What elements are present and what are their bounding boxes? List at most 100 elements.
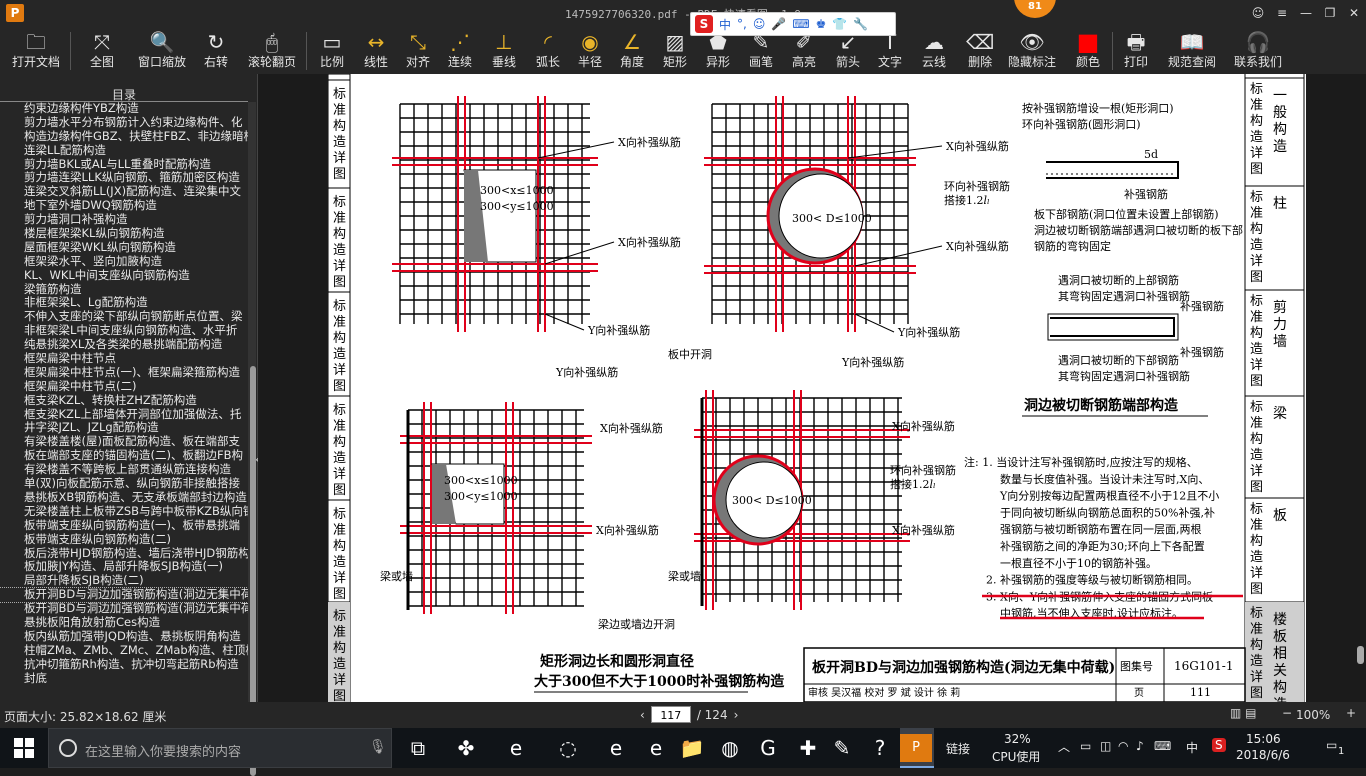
edge-icon-2[interactable]: e — [600, 734, 632, 762]
arc-length-button[interactable]: ◜ 弧长 — [536, 30, 560, 72]
link-label[interactable]: 链接 — [946, 740, 970, 757]
print-button[interactable]: 🖶 打印 — [1124, 30, 1148, 72]
toc-item[interactable]: 板带端支座纵向钢筋构造(一)、板带悬挑端 — [0, 519, 248, 533]
aligned-button[interactable]: ⤡ 对齐 — [406, 30, 430, 72]
restore-button[interactable]: ❐ — [1320, 4, 1340, 22]
toc-item[interactable]: 柱帽ZMa、ZMb、ZMc、ZMab构造、柱顶柱帽 — [0, 644, 248, 658]
voice-icon[interactable]: 🎤 — [771, 17, 786, 31]
keyboard-icon[interactable]: ⌨ — [1154, 739, 1171, 753]
ie-icon[interactable]: e — [640, 734, 672, 762]
pinwheel-icon[interactable]: ✤ — [450, 734, 482, 762]
scroll-page-button[interactable]: 🖱 滚轮翻页 — [248, 30, 296, 72]
open-document-button[interactable]: 🗀 打开文档 — [12, 30, 60, 72]
browser-icon[interactable]: ◌ — [552, 734, 584, 762]
toc-item[interactable]: 纯悬挑梁XL及各类梁的悬挑端配筋构造 — [0, 338, 248, 352]
vertical-scrollbar[interactable] — [1356, 74, 1366, 702]
toc-item[interactable]: 封底 — [0, 672, 248, 686]
sogou-tray-icon[interactable]: S — [1212, 738, 1226, 752]
toc-item[interactable]: 框架梁水平、竖向加腋构造 — [0, 255, 248, 269]
toc-item[interactable]: 局部升降板SJB构造(二) — [0, 574, 248, 588]
minimize-button[interactable]: — — [1296, 4, 1316, 22]
taskbar-search[interactable]: 在这里输入你要搜索的内容 🎙 — [48, 728, 392, 768]
pdf-viewer-icon[interactable]: P — [900, 734, 932, 762]
emoji-icon[interactable]: ☺ — [753, 17, 766, 31]
skin-icon[interactable]: ♚ — [816, 17, 827, 31]
toc-item[interactable]: 悬挑板XB钢筋构造、无支承板端部封边构造 — [0, 491, 248, 505]
punctuation-icon[interactable]: °, — [737, 17, 747, 31]
mic-icon[interactable]: 🎙 — [369, 739, 387, 755]
toc-item[interactable]: 剪力墙连梁LLK纵向钢筋、箍筋加密区构造 — [0, 171, 248, 185]
network-icon[interactable]: ◫ — [1100, 739, 1111, 753]
toc-item[interactable]: 框支梁KZL、转换柱ZHZ配筋构造 — [0, 394, 248, 408]
toc-item[interactable]: 楼层框架梁KL纵向钢筋构造 — [0, 227, 248, 241]
toc-item[interactable]: 框架扁梁中柱节点 — [0, 352, 248, 366]
irregular-button[interactable]: ⬟ 异形 — [706, 30, 730, 72]
battery-icon[interactable]: ▭ — [1080, 739, 1091, 753]
contact-button[interactable]: 🎧 联系我们 — [1234, 30, 1282, 72]
toc-item[interactable]: 约束边缘构件YBZ构造 — [0, 102, 248, 116]
toc-item[interactable]: KL、WKL中间支座纵向钢筋构造 — [0, 269, 248, 283]
wifi-icon[interactable]: ◠ — [1118, 739, 1128, 753]
toc-item[interactable]: 有梁楼盖楼(屋)面板配筋构造、板在端部支 — [0, 435, 248, 449]
wrench-icon[interactable]: 🔧 — [853, 17, 868, 31]
linear-button[interactable]: ↔ 线性 — [364, 30, 388, 72]
toc-item[interactable]: 单(双)向板配筋示意、纵向钢筋非接触搭接 — [0, 477, 248, 491]
close-button[interactable]: ✕ — [1344, 4, 1364, 22]
toc-item[interactable]: 板开洞BD与洞边加强钢筋构造(洞边无集中荷 — [0, 602, 248, 616]
toc-item[interactable]: 有梁楼盖不等跨板上部贯通纵筋连接构造 — [0, 463, 248, 477]
pdf-page[interactable]: 标准构造详图标准构造详图标准构造详图标准构造详图标准构造详图标准构造详图 标准构… — [327, 73, 1306, 713]
zoom-in-button[interactable]: + — [1346, 706, 1356, 720]
toc-item[interactable]: 不伸入支座的梁下部纵向钢筋断点位置、梁 — [0, 310, 248, 324]
tray-chevron-icon[interactable]: ︿ — [1058, 738, 1070, 755]
user-icon[interactable]: ☺ — [1248, 4, 1268, 22]
help-icon[interactable]: ? — [864, 734, 896, 762]
vertical-scrollbar-thumb[interactable] — [1357, 646, 1364, 664]
toc-item[interactable]: 剪力墙水平分布钢筋计入约束边缘构件、化 — [0, 116, 248, 130]
start-button[interactable] — [14, 738, 34, 758]
toc-item[interactable]: 抗冲切箍筋Rh构造、抗冲切弯起筋Rb构造 — [0, 658, 248, 672]
toc-item[interactable]: 地下室外墙DWQ钢筋构造 — [0, 199, 248, 213]
toc-item[interactable]: 框架扁梁中柱节点(一)、框架扁梁箍筋构造 — [0, 366, 248, 380]
wechat-icon[interactable]: ◍ — [714, 734, 746, 762]
toc-item[interactable]: 板后浇带HJD钢筋构造、墙后浇带HJD钢筋构 — [0, 547, 248, 561]
toc-item[interactable]: 剪力墙BKL或AL与LL重叠时配筋构造 — [0, 158, 248, 172]
shirt-icon[interactable]: 👕 — [832, 17, 847, 31]
clock-date[interactable]: 2018/6/6 — [1236, 748, 1290, 762]
toc-item[interactable]: 板内纵筋加强带JQD构造、悬挑板阴角构造 — [0, 630, 248, 644]
toc-item[interactable]: 梁箍筋构造 — [0, 283, 248, 297]
toc-item[interactable]: 板带端支座纵向钢筋构造(二) — [0, 533, 248, 547]
toc-item[interactable]: 连梁交叉斜筋LL(JX)配筋构造、连梁集中文 — [0, 185, 248, 199]
toc-item[interactable]: 板加腋JY构造、局部升降板SJB构造(一) — [0, 560, 248, 574]
prev-page-button[interactable]: ‹ — [640, 708, 645, 722]
spec-lookup-button[interactable]: 📖 规范查阅 — [1168, 30, 1216, 72]
toc-item[interactable]: 框支梁KZL上部墙体开洞部位加强做法、托 — [0, 408, 248, 422]
scale-button[interactable]: ▭ 比例 — [320, 30, 344, 72]
toc-item[interactable]: 非框架梁L中间支座纵向钢筋构造、水平折 — [0, 324, 248, 338]
clock-time[interactable]: 15:06 — [1246, 732, 1281, 746]
arrow-button[interactable]: ↙ 箭头 — [836, 30, 860, 72]
cloud-button[interactable]: ☁ 云线 — [922, 30, 946, 72]
window-zoom-button[interactable]: 🔍 窗口缩放 — [138, 30, 186, 72]
chrome-like-icon[interactable]: G — [752, 734, 784, 762]
keyboard-icon[interactable]: ⌨ — [792, 17, 809, 31]
notepad-icon[interactable]: ✎ — [826, 734, 858, 762]
toc-item[interactable]: 板在端部支座的锚固构造(二)、板翻边FB构 — [0, 449, 248, 463]
radius-button[interactable]: ◉ 半径 — [578, 30, 602, 72]
delete-button[interactable]: ⌫ 删除 — [966, 30, 994, 72]
view-mode-icon[interactable]: ▥ ▤ — [1230, 706, 1257, 720]
full-view-button[interactable]: ⤧ 全图 — [90, 30, 114, 72]
toc-item[interactable]: 框架扁梁中柱节点(二) — [0, 380, 248, 394]
file-explorer-icon[interactable]: 📁 — [676, 734, 708, 762]
continuous-button[interactable]: ⋰ 连续 — [448, 30, 472, 72]
perpendicular-button[interactable]: ⊥ 垂线 — [492, 30, 516, 72]
toc-item[interactable]: 构造边缘构件GBZ、扶壁柱FBZ、非边缘暗柱 — [0, 130, 248, 144]
volume-icon[interactable]: ♪ — [1136, 739, 1144, 753]
rotate-right-button[interactable]: ↻ 右转 — [204, 30, 228, 72]
next-page-button[interactable]: › — [734, 708, 739, 722]
toc-item[interactable]: 无梁楼盖柱上板带ZSB与跨中板带KZB纵向钢 — [0, 505, 248, 519]
menu-icon[interactable]: ≡ — [1272, 4, 1292, 22]
360-icon[interactable]: ✚ — [792, 734, 824, 762]
task-view-icon[interactable]: ⧉ — [402, 734, 434, 762]
toc-item[interactable]: 井字梁JZL、JZLg配筋构造 — [0, 421, 248, 435]
brush-button[interactable]: ✎ 画笔 — [749, 30, 773, 72]
